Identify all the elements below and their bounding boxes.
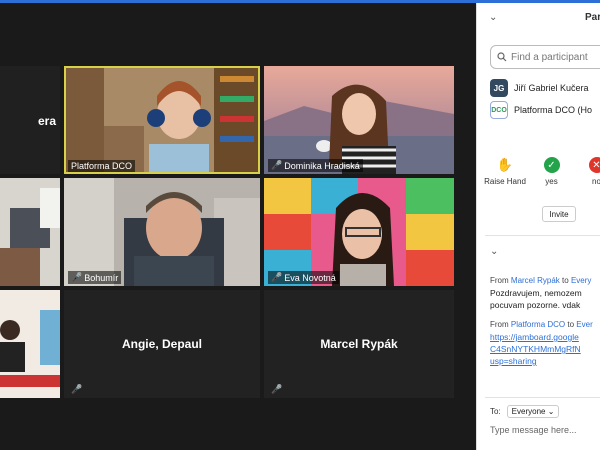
recipient-select[interactable]: Everyone ⌄ — [506, 405, 560, 418]
video-tile-partial-1[interactable]: era — [0, 66, 60, 174]
yes-button[interactable]: ✓ yes — [533, 157, 570, 186]
muted-mic-icon: 🎤 — [271, 160, 283, 170]
participant-list-item[interactable]: DCO Platforma DCO (Ho — [490, 99, 592, 121]
participant-label: 🎤 Eva Novotná — [268, 271, 339, 284]
chat-message: From Marcel Rypák to Every Pozdravujem, … — [490, 275, 600, 311]
room-background — [0, 178, 60, 286]
participant-search-input[interactable]: Find a participant — [490, 45, 600, 69]
chat-input[interactable]: Type message here... — [490, 425, 577, 435]
message-text: pocuvam pozorne. vdak — [490, 300, 581, 310]
video-tile-bohumir[interactable]: 🎤 Bohumír — [64, 178, 260, 286]
no-button[interactable]: ✕ no — [578, 157, 600, 186]
recipient-row: To: Everyone ⌄ — [490, 405, 560, 418]
participant-name: Jiří Gabriel Kučera — [514, 83, 589, 93]
message-header: From Marcel Rypák to Every — [490, 276, 592, 285]
reaction-buttons: ✋ Raise Hand ✓ yes ✕ no — [484, 157, 600, 186]
muted-mic-icon: 🎤 — [271, 272, 283, 282]
tile-name: era — [37, 114, 56, 128]
message-text: Pozdravujem, nemozem — [490, 288, 582, 298]
muted-mic-icon: 🎤 — [71, 272, 83, 282]
video-gallery: era Platforma DCO 🎤 Dominika Hradiská 🎤 … — [0, 3, 476, 450]
message-link[interactable]: usp=sharing — [490, 355, 600, 367]
participant-name: Platforma DCO (Ho — [514, 105, 593, 115]
avatar: DCO — [490, 101, 508, 119]
participant-list: JG Jiří Gabriel Kučera DCO Platforma DCO… — [490, 77, 592, 121]
participant-label: 🎤 Dominika Hradiská — [268, 159, 363, 172]
participant-name: Marcel Rypák — [320, 337, 398, 351]
video-tile-partial-3[interactable] — [0, 290, 60, 398]
chevron-down-icon[interactable]: ⌄ — [490, 246, 498, 257]
avatar: JG — [490, 79, 508, 97]
room-background — [0, 290, 60, 398]
message-link[interactable]: C4SnNYTKHMmMgRfN — [490, 343, 600, 355]
muted-mic-icon: 🎤 — [271, 384, 283, 394]
participant-label: 🎤 Bohumír — [68, 271, 122, 284]
participant-list-item[interactable]: JG Jiří Gabriel Kučera — [490, 77, 592, 99]
to-label: To: — [490, 407, 501, 416]
video-tile-eva[interactable]: 🎤 Eva Novotná — [264, 178, 454, 286]
participants-chat-panel: ⌄ Par Find a participant JG Jiří Gabriel… — [476, 3, 600, 450]
participant-label: 🎤 — [68, 383, 85, 396]
participant-label: Platforma DCO — [68, 160, 136, 172]
video-tile-dominika[interactable]: 🎤 Dominika Hradiská — [264, 66, 454, 174]
video-tile-angie[interactable]: Angie, Depaul 🎤 — [64, 290, 260, 398]
participants-header: ⌄ Par — [477, 3, 600, 33]
participant-video — [264, 178, 454, 286]
chat-messages: From Marcel Rypák to Every Pozdravujem, … — [490, 275, 600, 367]
invite-button[interactable]: Invite — [542, 206, 576, 222]
chevron-down-icon[interactable]: ⌄ — [489, 12, 497, 23]
divider — [485, 397, 600, 398]
message-header: From Platforma DCO to Ever — [490, 320, 593, 329]
participant-video — [64, 66, 260, 174]
participant-label: 🎤 — [268, 383, 285, 396]
muted-mic-icon: 🎤 — [71, 384, 83, 394]
video-tile-partial-2[interactable] — [0, 178, 60, 286]
participant-name: Angie, Depaul — [121, 337, 202, 351]
search-placeholder: Find a participant — [511, 51, 588, 63]
hand-icon: ✋ — [496, 157, 514, 172]
video-tile-marcel[interactable]: Marcel Rypák 🎤 — [264, 290, 454, 398]
chat-message: From Platforma DCO to Ever https://jambo… — [490, 319, 600, 367]
participant-video — [64, 178, 260, 286]
raise-hand-button[interactable]: ✋ Raise Hand — [484, 157, 526, 186]
divider — [485, 235, 600, 236]
chevron-down-icon: ⌄ — [547, 407, 555, 416]
participants-title: Par — [585, 12, 600, 23]
participant-video — [264, 66, 454, 174]
search-icon — [497, 52, 507, 62]
video-tile-platforma-dco[interactable]: Platforma DCO — [64, 66, 260, 174]
message-link[interactable]: https://jamboard.google — [490, 331, 600, 343]
x-icon: ✕ — [588, 157, 600, 173]
checkmark-icon: ✓ — [543, 157, 560, 173]
